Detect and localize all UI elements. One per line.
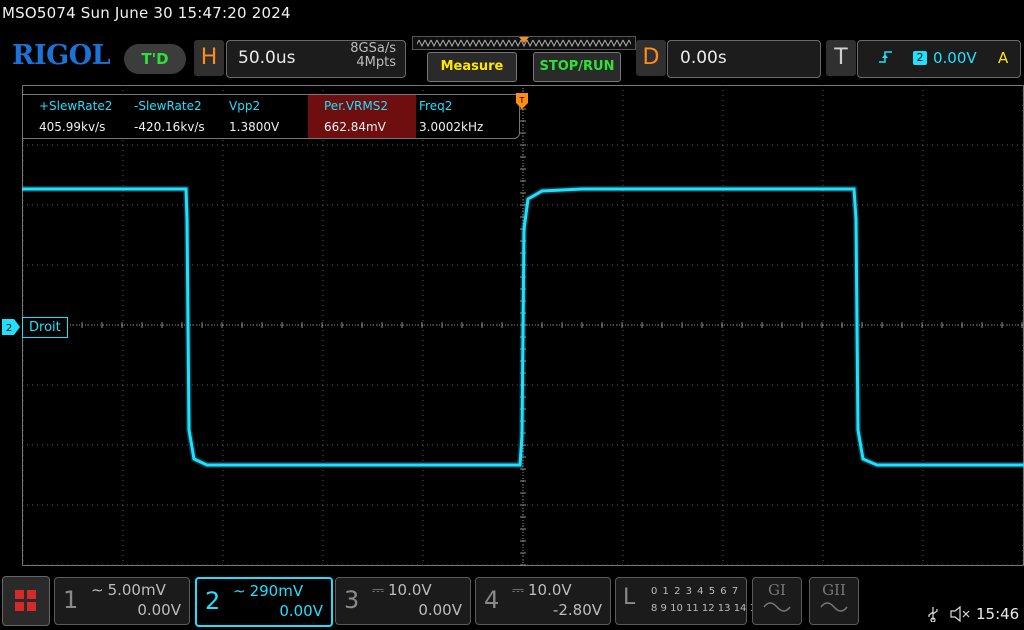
trigger-source: 2 xyxy=(913,51,927,65)
ac-coupling-icon: ∼ xyxy=(233,582,246,600)
channel-1-panel[interactable]: 1 ∼ 5.00mV 0.00V xyxy=(54,577,190,625)
generator-1-button[interactable]: GI xyxy=(752,577,802,625)
channel-label[interactable]: Droit xyxy=(22,317,68,338)
ac-coupling-icon: ∼ xyxy=(91,581,104,599)
channel-offset: 0.00V xyxy=(279,602,323,620)
brand-logo: RIGOL xyxy=(12,40,111,71)
svg-text:T: T xyxy=(519,96,525,105)
measurement-name: +SlewRate2 xyxy=(39,99,113,113)
memory-depth: 4Mpts xyxy=(356,55,396,70)
delay-label[interactable]: D xyxy=(636,40,666,76)
waveform-overview xyxy=(412,36,636,50)
channel-number: 1 xyxy=(63,586,79,614)
dc-coupling-icon: ⎓ xyxy=(372,581,384,599)
channel-2-panel[interactable]: 2 ∼ 290mV 0.00V xyxy=(195,577,333,627)
generator-2-button[interactable]: GII xyxy=(809,577,859,625)
channel-offset: -2.80V xyxy=(552,601,602,619)
sample-rate: 8GSa/s xyxy=(350,41,396,56)
trigger-sweep-mode: A xyxy=(998,49,1009,67)
measurement-item[interactable]: Freq2 3.0002kHz xyxy=(403,95,513,138)
measurement-value: 405.99kv/s xyxy=(39,120,106,134)
trigger-position-marker-icon[interactable]: T xyxy=(516,93,528,109)
channel-offset-marker-icon[interactable]: 2 xyxy=(2,319,20,335)
logic-channels-high: 8 9 10 11 12 13 14 15 xyxy=(651,603,763,614)
stop-run-button[interactable]: STOP/RUN xyxy=(533,52,621,82)
measure-button[interactable]: Measure xyxy=(427,52,517,82)
channel-scale: ⎓ 10.0V xyxy=(372,581,432,599)
channel-offset: 0.00V xyxy=(137,601,181,619)
measurement-item[interactable]: -SlewRate2 -420.16kv/s xyxy=(118,95,214,138)
measurement-name: Vpp2 xyxy=(229,99,261,113)
measurement-name: Freq2 xyxy=(419,99,453,113)
logic-label: L xyxy=(623,585,636,610)
home-menu-button[interactable] xyxy=(2,576,50,626)
rising-edge-icon xyxy=(878,49,894,69)
horizontal-label[interactable]: H xyxy=(194,40,224,76)
channel-scale: ⎓ 10.0V xyxy=(512,581,572,599)
channel-2-waveform xyxy=(22,187,1024,467)
measurement-value: 1.3800V xyxy=(229,120,280,134)
measurement-value: -420.16kv/s xyxy=(134,120,205,134)
channel-number: 3 xyxy=(344,586,360,614)
usb-icon xyxy=(926,606,940,626)
trigger-label[interactable]: T xyxy=(826,40,856,76)
channel-number: 2 xyxy=(205,587,221,615)
measurement-value: 3.0002kHz xyxy=(419,120,484,134)
system-clock: 15:46 xyxy=(976,605,1020,623)
timebase-value: 50.0us xyxy=(238,48,296,68)
channel-scale: ∼ 290mV xyxy=(233,582,304,600)
waveform-display[interactable] xyxy=(22,85,1024,566)
speaker-muted-icon[interactable] xyxy=(950,605,972,626)
channel-offset: 0.00V xyxy=(418,601,462,619)
generator-label: GII xyxy=(822,581,846,599)
window-title: MSO5074 Sun June 30 15:47:20 2024 xyxy=(2,4,291,22)
channel-4-panel[interactable]: 4 ⎓ 10.0V -2.80V xyxy=(475,577,611,625)
sine-wave-icon xyxy=(820,602,848,612)
measurement-value: 662.84mV xyxy=(324,120,386,134)
measurement-panel[interactable]: +SlewRate2 405.99kv/s -SlewRate2 -420.16… xyxy=(22,94,520,139)
channel-scale: ∼ 5.00mV xyxy=(91,581,166,599)
delay-value: 0.00s xyxy=(680,48,727,68)
sine-wave-icon xyxy=(763,602,791,612)
measurement-item[interactable]: +SlewRate2 405.99kv/s xyxy=(23,95,119,138)
channel-number: 4 xyxy=(484,586,500,614)
trigger-status-badge: T'D xyxy=(124,44,186,74)
channel-marker-number: 2 xyxy=(6,323,12,334)
logic-channels-low: 0 1 2 3 4 5 6 7 xyxy=(651,586,740,597)
measurement-name: Per.VRMS2 xyxy=(324,99,388,113)
trigger-level: 0.00V xyxy=(933,49,977,67)
generator-label: GI xyxy=(768,581,786,599)
dc-coupling-icon: ⎓ xyxy=(512,581,524,599)
measurement-name: -SlewRate2 xyxy=(134,99,202,113)
measurement-item-selected[interactable]: Per.VRMS2 662.84mV xyxy=(308,95,416,138)
channel-3-panel[interactable]: 3 ⎓ 10.0V 0.00V xyxy=(335,577,471,625)
measurement-item[interactable]: Vpp2 1.3800V xyxy=(213,95,309,138)
